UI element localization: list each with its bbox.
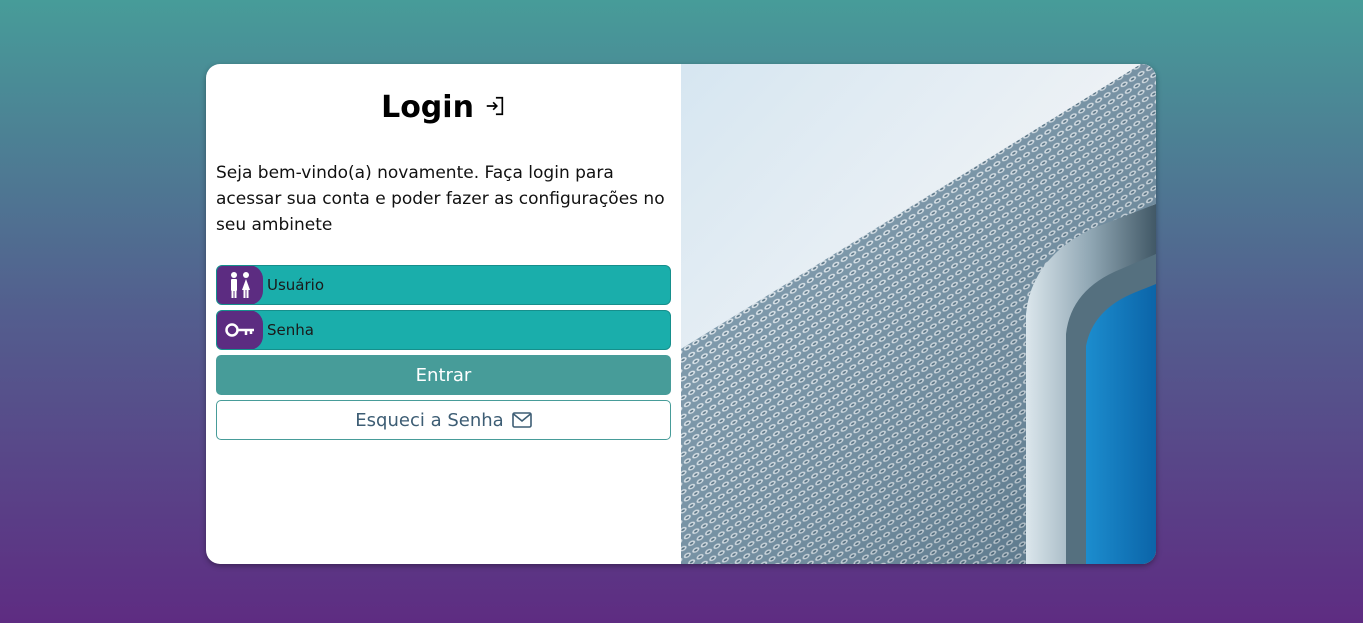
password-input[interactable] [263, 320, 659, 340]
login-button[interactable]: Entrar [216, 355, 671, 395]
forgot-password-button[interactable]: Esqueci a Senha [216, 400, 671, 440]
users-icon [217, 266, 263, 304]
key-icon [217, 311, 263, 349]
forgot-password-label: Esqueci a Senha [355, 409, 504, 431]
title-row: Login [206, 90, 681, 125]
username-input[interactable] [263, 275, 659, 295]
building-facade-illustration [681, 64, 1156, 564]
envelope-icon [511, 412, 532, 428]
login-panel: Login Seja bem-vindo(a) novamente. Faça … [206, 64, 681, 564]
page-title: Login [381, 90, 474, 125]
building-facade-photo [681, 64, 1156, 564]
password-field[interactable] [216, 310, 671, 350]
login-card: Login Seja bem-vindo(a) novamente. Faça … [206, 64, 1156, 564]
welcome-text: Seja bem-vindo(a) novamente. Faça login … [216, 163, 665, 235]
login-icon [486, 96, 504, 115]
username-field[interactable] [216, 265, 671, 305]
